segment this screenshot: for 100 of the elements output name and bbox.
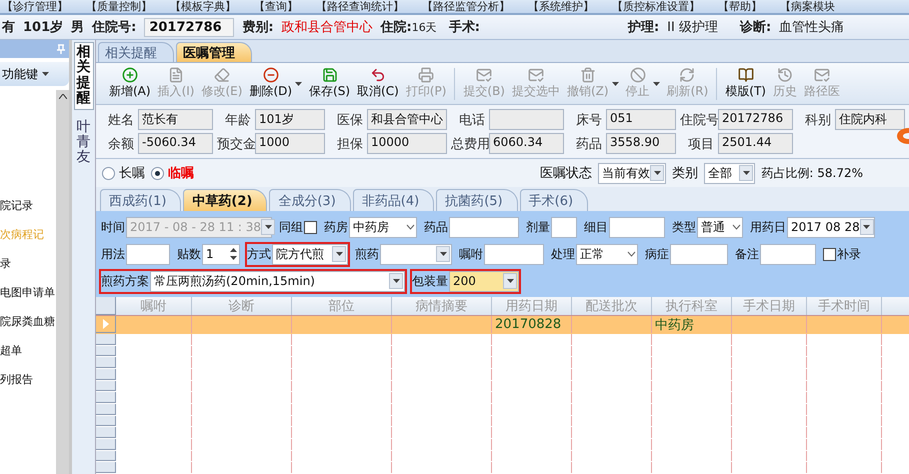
checkbox[interactable] xyxy=(304,220,317,234)
text-field[interactable] xyxy=(670,244,728,264)
minus-icon xyxy=(262,67,279,83)
menu-item[interactable]: 【模板字典】 xyxy=(170,0,236,13)
menu-item[interactable]: 【系统维护】 xyxy=(528,0,594,13)
order-type-radio[interactable]: 长嘱 xyxy=(102,164,145,182)
row-header[interactable] xyxy=(96,439,116,450)
text-field[interactable] xyxy=(760,244,816,264)
function-key-button[interactable]: 功能键 xyxy=(0,62,69,86)
toolbar-button[interactable]: 模版(T) xyxy=(722,67,769,100)
tab[interactable]: 相关提醒 xyxy=(98,42,174,62)
sidebar-item[interactable]: 院尿粪血糖 xyxy=(0,314,56,329)
field-label: 剂量 xyxy=(526,218,550,236)
dropdown-field[interactable]: 普通 xyxy=(697,216,743,238)
grid-row[interactable]: 20170828 中药房 xyxy=(96,316,909,334)
scrollbar[interactable] xyxy=(56,90,69,474)
menu-item[interactable]: 【帮助】 xyxy=(718,0,762,13)
table-cell: 中药房 xyxy=(652,316,732,333)
info-field: 051 xyxy=(606,109,676,130)
row-header[interactable] xyxy=(96,416,116,426)
surgery-label: 手术: xyxy=(448,18,480,36)
category-dropdown[interactable]: 全部 xyxy=(704,162,756,184)
menu-item[interactable]: 【查询】 xyxy=(254,0,298,13)
dropdown-field[interactable]: 中药房 xyxy=(349,216,417,238)
dropdown-arrow-icon[interactable] xyxy=(336,252,342,256)
dropdown-arrow-icon[interactable] xyxy=(654,171,660,175)
spin-field[interactable]: 1 xyxy=(202,244,240,264)
row-header[interactable] xyxy=(96,357,116,368)
chevron-down-icon[interactable] xyxy=(627,251,636,257)
date-field[interactable]: 2017 08 28 xyxy=(787,216,875,238)
menu-item[interactable]: 【诊疗管理】 xyxy=(2,0,68,13)
menu-item[interactable]: 【病案模块 xyxy=(780,0,835,13)
order-type-radio[interactable]: 临嘱 xyxy=(151,164,194,182)
text-field[interactable] xyxy=(609,216,665,238)
tab[interactable]: 全成分(3) xyxy=(269,189,351,211)
tab[interactable]: 医嘱管理 xyxy=(176,42,252,62)
tab[interactable]: 抗菌药(5) xyxy=(436,189,518,211)
text-field[interactable] xyxy=(484,244,544,264)
field-label: 用法 xyxy=(101,246,125,262)
toolbar-button[interactable]: 新增(A) xyxy=(106,67,154,100)
toolbar-button[interactable]: 保存(S) xyxy=(306,67,354,100)
row-header[interactable] xyxy=(96,334,116,345)
dropdown-field[interactable] xyxy=(380,244,452,264)
dropdown-arrow-icon[interactable] xyxy=(506,279,514,283)
scroll-up-icon[interactable] xyxy=(58,94,66,99)
sidebar-item[interactable]: 电图申请单 xyxy=(0,285,56,300)
sidebar-item[interactable]: 超单 xyxy=(0,343,56,358)
vertical-tab[interactable]: 相关提醒 xyxy=(74,42,94,110)
row-header[interactable] xyxy=(96,346,116,356)
vertical-tab[interactable]: 叶青友 xyxy=(74,118,92,168)
row-header[interactable] xyxy=(96,316,116,333)
menu-item[interactable]: 【路径查询统计】 xyxy=(316,0,404,13)
dropdown-field[interactable]: 200 xyxy=(449,270,519,292)
patient-name: 有 xyxy=(2,19,15,36)
row-header[interactable] xyxy=(96,369,116,380)
text-field[interactable] xyxy=(551,216,577,238)
tab[interactable]: 非药品(4) xyxy=(352,189,434,211)
dropdown-field[interactable]: 正常 xyxy=(576,244,638,264)
sidebar-item[interactable]: 院记录 xyxy=(0,198,56,213)
menu-item[interactable]: 【质控标准设置】 xyxy=(612,0,700,13)
tab[interactable]: 中草药(2) xyxy=(183,189,268,211)
info-label: 姓名 xyxy=(107,112,134,128)
toolbar-button[interactable]: 取消(C) xyxy=(354,67,402,100)
row-header[interactable] xyxy=(96,450,116,462)
sidebar-item[interactable]: 列报告 xyxy=(0,372,56,387)
row-header[interactable] xyxy=(96,427,116,438)
info-field: 2501.44 xyxy=(718,133,793,154)
dropdown-arrow-icon[interactable] xyxy=(440,252,446,256)
dropdown-arrow-icon[interactable] xyxy=(392,279,400,283)
nursing-label: 护理: xyxy=(628,18,660,36)
add-icon xyxy=(122,67,138,83)
toolbar-button[interactable]: 删除(D) xyxy=(246,67,306,100)
tab[interactable]: 手术(6) xyxy=(520,189,588,211)
menu-item[interactable]: 【路径监管分析】 xyxy=(422,0,510,13)
row-header[interactable] xyxy=(96,462,116,474)
stay-days: 16天 xyxy=(412,20,437,34)
checkbox[interactable] xyxy=(823,248,836,260)
text-field[interactable] xyxy=(449,216,519,238)
row-header[interactable] xyxy=(96,380,116,392)
row-header[interactable] xyxy=(96,392,116,404)
chevron-down-icon[interactable] xyxy=(732,224,741,230)
field-label: 煎药方案 xyxy=(101,272,149,290)
dropdown-field[interactable]: 常压两煎汤药(20min,15min) xyxy=(150,270,405,292)
spin-arrows-icon[interactable] xyxy=(229,247,238,261)
tab[interactable]: 西成药(1) xyxy=(100,189,182,211)
dropdown-arrow-icon[interactable] xyxy=(295,82,302,86)
dropdown-field[interactable]: 院方代煎 xyxy=(272,244,348,264)
status-dropdown[interactable]: 当前有效 xyxy=(598,162,666,184)
dropdown-arrow-icon[interactable] xyxy=(742,171,750,175)
text-field[interactable] xyxy=(126,244,170,264)
dropdown-arrow-icon[interactable] xyxy=(42,72,49,76)
envelope-icon xyxy=(814,67,830,83)
chevron-down-icon[interactable] xyxy=(406,224,415,230)
dropdown-arrow-icon[interactable] xyxy=(863,225,870,229)
pin-icon[interactable] xyxy=(57,44,65,54)
row-header[interactable] xyxy=(96,404,116,415)
menu-item[interactable]: 【质量控制】 xyxy=(86,0,152,13)
sidebar-item[interactable]: 录 xyxy=(0,256,56,271)
info-field: 20172786 xyxy=(718,109,793,130)
document-icon xyxy=(168,67,184,83)
